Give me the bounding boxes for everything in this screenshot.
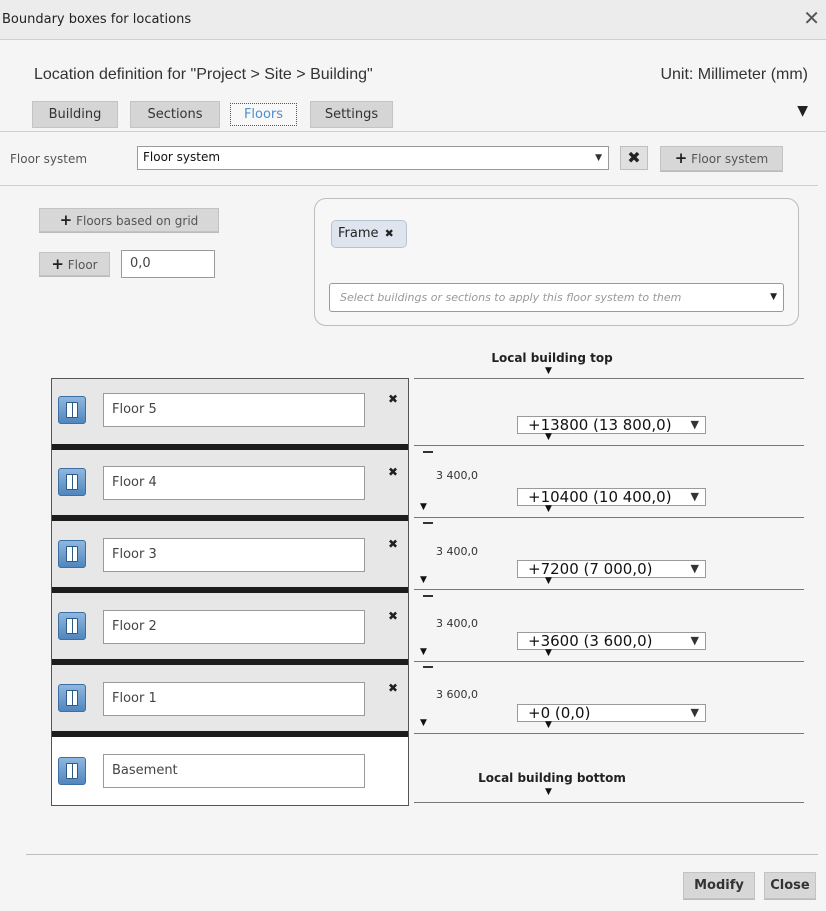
dialog-content: Location definition for "Project > Site … (0, 40, 826, 911)
title-bar: Boundary boxes for locations ✕ (0, 0, 826, 40)
floor-row: Floor 3 ✖ (52, 521, 408, 587)
apply-chip-label: Frame (338, 226, 379, 241)
remove-floor-icon[interactable]: ✖ (388, 465, 398, 479)
floor-name-input[interactable]: Floor 2 (103, 610, 365, 644)
bottom-level-line (414, 802, 804, 803)
add-floor-system-button[interactable]: + Floor system (660, 146, 783, 171)
location-heading: Location definition for "Project > Site … (34, 66, 373, 83)
floors-based-on-grid-button[interactable]: + Floors based on grid (39, 208, 219, 232)
floor-3-height: 3 400,0 (436, 545, 478, 558)
chevron-down-icon: ▼ (770, 292, 777, 302)
height-dash (423, 595, 433, 597)
bottom-level-label: Local building bottom (478, 771, 626, 785)
level-line (414, 445, 804, 446)
floor-system-value: Floor system (143, 150, 221, 164)
apply-to-panel: Frame ✖ Select buildings or sections to … (314, 198, 799, 326)
close-button[interactable]: Close (764, 872, 816, 899)
floor-row: Floor 5 ✖ (52, 379, 408, 444)
add-floor-button[interactable]: + Floor (39, 252, 110, 276)
floor-2-height: 3 400,0 (436, 617, 478, 630)
add-floor-label: Floor (67, 258, 98, 272)
height-dash (423, 451, 433, 453)
floor-row: Floor 4 ✖ (52, 450, 408, 515)
remove-floor-icon[interactable]: ✖ (388, 681, 398, 695)
section-divider (0, 185, 818, 186)
level-marker-icon: ▼ (545, 576, 552, 586)
level-marker-icon: ▼ (545, 432, 552, 442)
level-line (414, 517, 804, 518)
apply-select-placeholder: Select buildings or sections to apply th… (340, 291, 682, 304)
floor-row: Floor 1 ✖ (52, 665, 408, 731)
height-marker-icon: ▼ (420, 718, 427, 728)
top-level-line (414, 378, 804, 379)
chip-remove-icon[interactable]: ✖ (385, 227, 394, 240)
remove-floor-icon[interactable]: ✖ (388, 537, 398, 551)
floor-plan-icon[interactable] (58, 757, 86, 785)
floor-name-input[interactable]: Floor 3 (103, 538, 365, 572)
tab-building[interactable]: Building (32, 101, 118, 128)
floor-row: Floor 2 ✖ (52, 593, 408, 659)
modify-button[interactable]: Modify (683, 872, 755, 899)
floor-row-basement: Basement (52, 737, 408, 805)
floor-name-input[interactable]: Floor 5 (103, 393, 365, 427)
floor-1-height: 3 600,0 (436, 688, 478, 701)
chevron-down-icon: ▼ (690, 706, 699, 719)
add-floor-system-label: Floor system (691, 152, 769, 166)
height-dash (423, 522, 433, 524)
level-line (414, 661, 804, 662)
level-marker-icon: ▼ (545, 720, 552, 730)
apply-buildings-select[interactable]: Select buildings or sections to apply th… (329, 283, 784, 312)
height-dash (423, 666, 433, 668)
level-marker-icon: ▼ (545, 504, 552, 514)
bottom-level-marker-icon: ▼ (545, 787, 552, 797)
tabs-menu-icon[interactable]: ▼ (797, 103, 808, 119)
apply-chip: Frame ✖ (331, 220, 407, 248)
floor-plan-icon[interactable] (58, 396, 86, 424)
window-close-icon[interactable]: ✕ (803, 8, 820, 28)
remove-floor-icon[interactable]: ✖ (388, 392, 398, 406)
remove-floor-system-button[interactable]: ✖ (620, 146, 648, 170)
tabs-divider (0, 131, 826, 132)
height-marker-icon: ▼ (420, 502, 427, 512)
chevron-down-icon: ▼ (690, 562, 699, 575)
height-marker-icon: ▼ (420, 647, 427, 657)
chevron-down-icon: ▼ (595, 153, 602, 163)
floor-name-input[interactable]: Floor 4 (103, 466, 365, 500)
tab-sections[interactable]: Sections (130, 101, 220, 128)
floor-plan-icon[interactable] (58, 468, 86, 496)
unit-label: Unit: Millimeter (mm) (660, 66, 808, 83)
floor-plan-icon[interactable] (58, 540, 86, 568)
window-title: Boundary boxes for locations (2, 12, 192, 27)
level-line (414, 589, 804, 590)
height-marker-icon: ▼ (420, 575, 427, 585)
footer-divider (26, 854, 818, 855)
remove-floor-icon[interactable]: ✖ (388, 609, 398, 623)
chevron-down-icon: ▼ (690, 418, 699, 431)
floor-system-label: Floor system (10, 152, 88, 166)
tab-floors[interactable]: Floors (230, 103, 297, 126)
level-line (414, 733, 804, 734)
floor-height-input[interactable]: 0,0 (121, 250, 215, 278)
floors-based-on-grid-label: Floors based on grid (76, 214, 199, 228)
plus-icon: + (59, 211, 73, 229)
tab-settings[interactable]: Settings (310, 101, 393, 128)
plus-icon: + (51, 255, 64, 273)
floors-list: Floor 5 ✖ Floor 4 ✖ Floor 3 ✖ Floor 2 ✖ … (51, 378, 409, 806)
plus-icon: + (674, 149, 688, 167)
top-level-marker-icon: ▼ (545, 366, 552, 376)
floor-1-elevation: +0 (0,0) (528, 704, 591, 722)
floor-plan-icon[interactable] (58, 684, 86, 712)
floor-plan-icon[interactable] (58, 612, 86, 640)
floor-system-select[interactable]: Floor system ▼ (137, 146, 609, 170)
level-marker-icon: ▼ (545, 648, 552, 658)
chevron-down-icon: ▼ (690, 634, 699, 647)
floor-name-input[interactable]: Basement (103, 754, 365, 788)
top-level-label: Local building top (491, 351, 613, 365)
chevron-down-icon: ▼ (690, 490, 699, 503)
floor-4-height: 3 400,0 (436, 469, 478, 482)
floor-name-input[interactable]: Floor 1 (103, 682, 365, 716)
